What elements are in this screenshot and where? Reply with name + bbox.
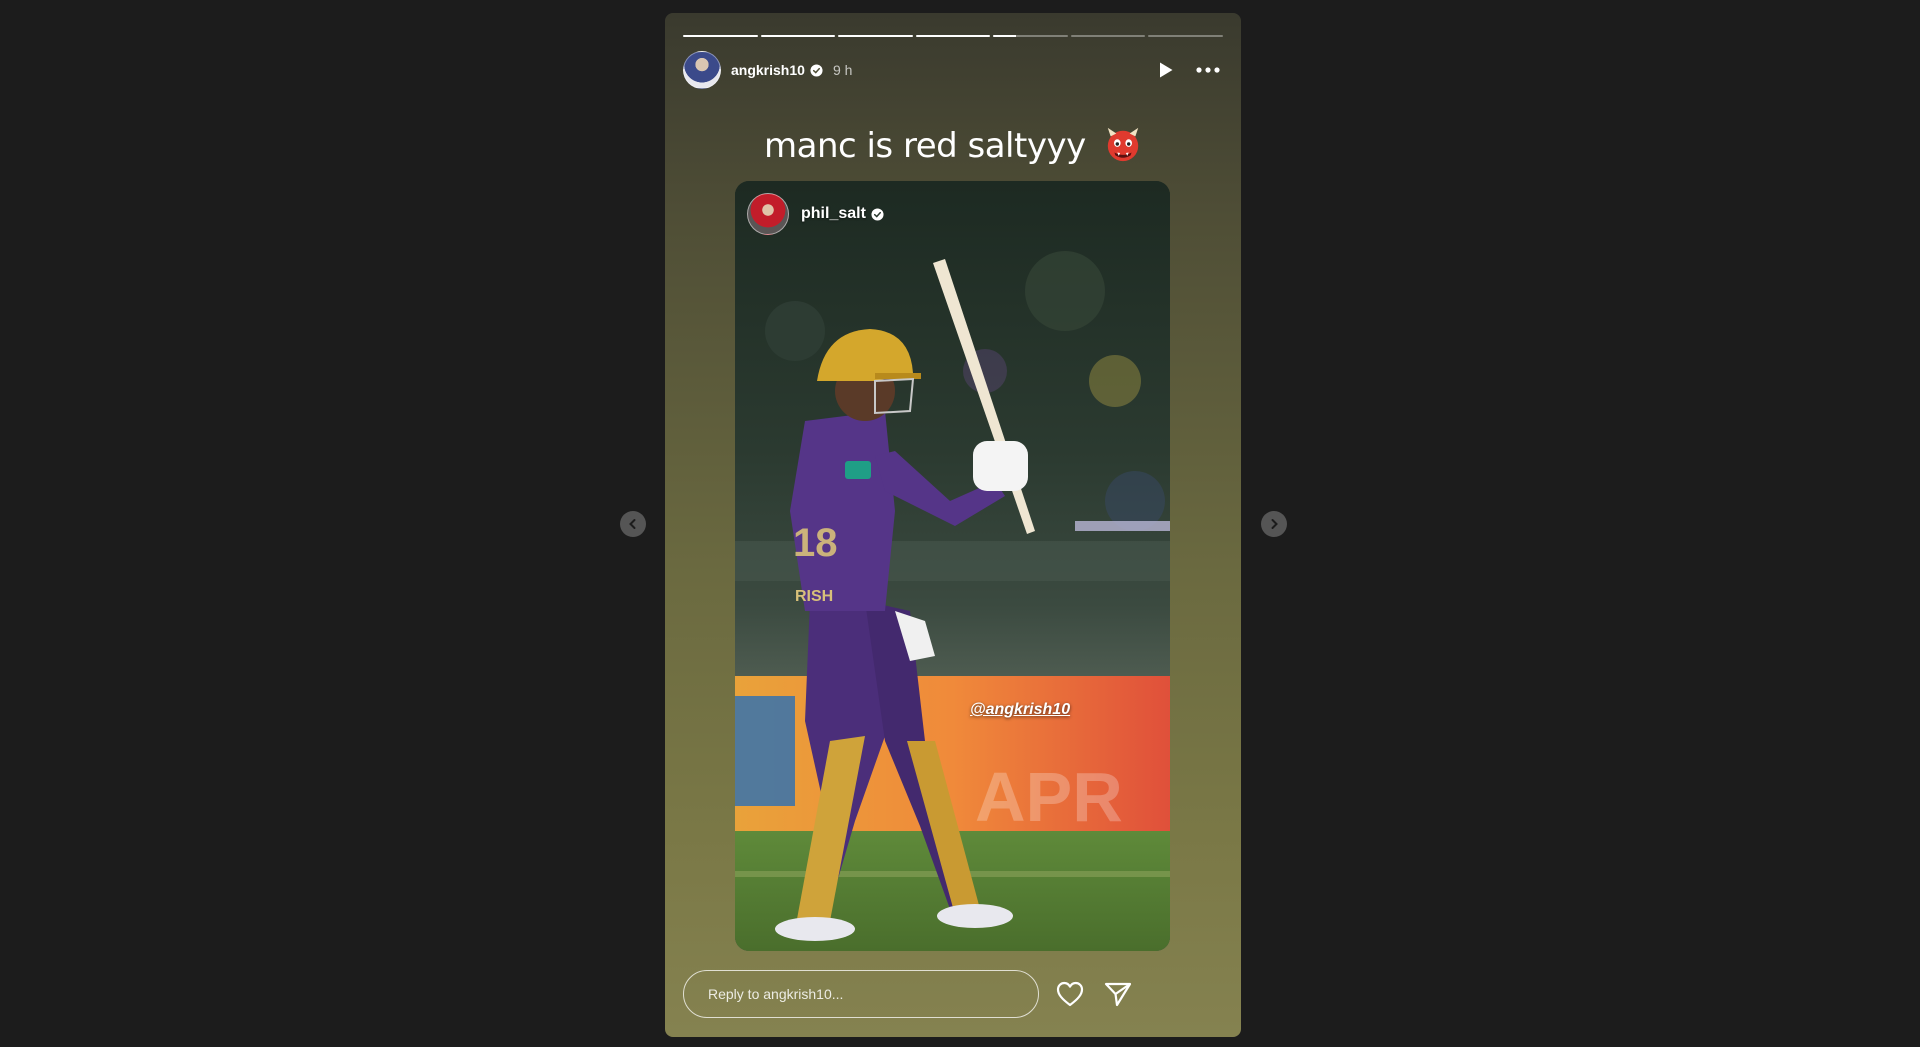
send-icon	[1104, 982, 1132, 1007]
svg-text:18: 18	[793, 521, 838, 565]
reshared-post-header: phil_salt	[747, 193, 884, 235]
avatar[interactable]	[683, 51, 721, 89]
caption-text: manc is red saltyyy	[763, 126, 1086, 166]
story-card[interactable]: angkrish10 9 h manc is red saltyyy APR 1…	[665, 13, 1241, 1037]
verified-badge-icon	[810, 63, 823, 77]
story-progress-bar	[683, 35, 1224, 37]
progress-segment	[1148, 35, 1224, 37]
progress-segment	[683, 35, 758, 37]
progress-segment-fill	[683, 35, 758, 37]
story-header: angkrish10 9 h	[683, 51, 1223, 89]
progress-segment	[838, 35, 913, 37]
play-button[interactable]	[1151, 55, 1181, 85]
play-icon	[1160, 62, 1173, 78]
heart-icon	[1056, 981, 1084, 1007]
svg-text:RISH: RISH	[795, 588, 833, 605]
like-button[interactable]	[1053, 977, 1087, 1011]
cricketer-photo: APR 18 RISH	[735, 181, 1170, 951]
story-footer	[683, 969, 1223, 1019]
progress-segment	[915, 35, 991, 37]
chevron-right-icon	[1271, 519, 1278, 529]
story-timestamp: 9 h	[832, 62, 853, 78]
next-story-button[interactable]	[1261, 511, 1287, 537]
progress-segment-fill	[915, 35, 991, 37]
reply-input[interactable]	[683, 970, 1039, 1018]
progress-segment-fill	[838, 35, 913, 37]
progress-segment	[760, 35, 836, 37]
progress-segment	[1070, 35, 1146, 37]
story-caption: manc is red saltyyy	[665, 125, 1241, 166]
story-username[interactable]: angkrish10	[731, 62, 805, 78]
reshared-post-username[interactable]: phil_salt	[801, 205, 866, 223]
progress-segment	[993, 35, 1068, 37]
svg-text:APR: APR	[975, 758, 1123, 836]
more-icon	[1196, 67, 1220, 73]
chevron-left-icon	[629, 519, 636, 529]
reshared-post[interactable]: APR 18 RISH phil_salt @angkrish10	[735, 181, 1170, 951]
previous-story-button[interactable]	[620, 511, 646, 537]
share-button[interactable]	[1101, 977, 1135, 1011]
more-options-button[interactable]	[1193, 55, 1223, 85]
verified-badge-icon	[871, 207, 884, 221]
story-viewer: angkrish10 9 h manc is red saltyyy APR 1…	[0, 0, 1920, 1047]
progress-segment-fill	[993, 35, 1016, 37]
progress-segment-fill	[760, 35, 836, 37]
ogre-emoji-icon	[1107, 127, 1139, 162]
mention-tag[interactable]: @angkrish10	[970, 701, 1070, 719]
reshared-post-avatar[interactable]	[747, 193, 789, 235]
